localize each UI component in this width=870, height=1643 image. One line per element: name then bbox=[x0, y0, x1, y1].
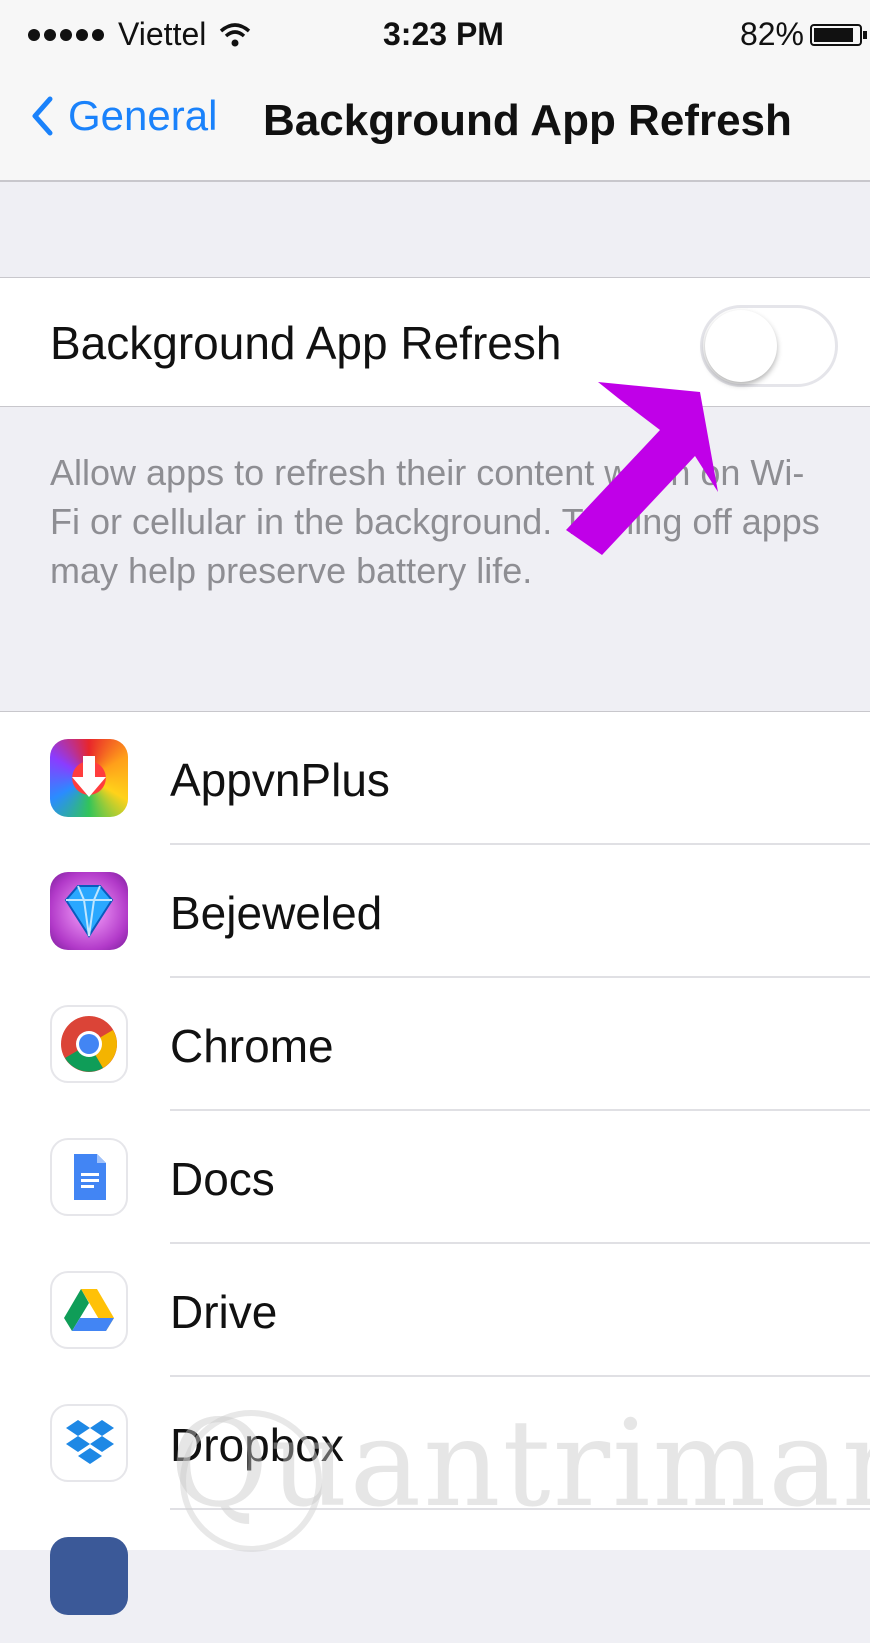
list-item[interactable]: Drive bbox=[0, 1244, 870, 1377]
app-name: Drive bbox=[170, 1286, 278, 1338]
list-item[interactable] bbox=[0, 1510, 870, 1643]
app-name: AppvnPlus bbox=[170, 754, 390, 806]
appvnplus-icon bbox=[50, 739, 128, 817]
app-name: Bejeweled bbox=[170, 887, 383, 939]
clock: 3:23 PM bbox=[383, 16, 504, 52]
battery-indicator: 82% bbox=[739, 16, 867, 53]
status-bar: Viettel 3:23 PM 82% bbox=[0, 0, 870, 70]
list-item[interactable]: Chrome bbox=[0, 978, 870, 1111]
wifi-icon bbox=[220, 22, 251, 46]
battery-icon bbox=[810, 23, 867, 46]
back-button[interactable]: General bbox=[30, 92, 217, 140]
docs-icon bbox=[50, 1138, 128, 1216]
list-item[interactable]: Dropbox bbox=[0, 1377, 870, 1510]
chrome-icon bbox=[50, 1005, 128, 1083]
signal-strength-icon bbox=[28, 28, 108, 41]
bejeweled-icon bbox=[50, 872, 128, 950]
page-title: Background App Refresh bbox=[263, 96, 792, 145]
list-item[interactable]: Docs bbox=[0, 1111, 870, 1244]
navigation-bar: General Background App Refresh bbox=[0, 70, 870, 182]
background-app-refresh-row: Background App Refresh bbox=[0, 277, 870, 407]
chevron-left-icon bbox=[32, 96, 53, 136]
section-footer-description: Allow apps to refresh their content when… bbox=[50, 452, 820, 591]
carrier-indicator: Viettel bbox=[28, 16, 252, 53]
app-name: Dropbox bbox=[170, 1419, 344, 1471]
background-app-refresh-toggle[interactable] bbox=[700, 305, 838, 387]
carrier-name: Viettel bbox=[118, 16, 207, 52]
drive-icon bbox=[50, 1271, 128, 1349]
list-item[interactable]: AppvnPlus bbox=[0, 712, 870, 845]
app-name: Docs bbox=[170, 1153, 275, 1205]
app-name: Chrome bbox=[170, 1020, 334, 1072]
toggle-knob bbox=[705, 310, 777, 382]
battery-percent: 82% bbox=[739, 16, 804, 52]
background-app-refresh-label: Background App Refresh bbox=[50, 317, 562, 369]
app-list: AppvnPlus Bejeweled Chrome Docs Drive Dr… bbox=[0, 711, 870, 1615]
dropbox-icon bbox=[50, 1404, 128, 1482]
list-item[interactable]: Bejeweled bbox=[0, 845, 870, 978]
back-button-label: General bbox=[68, 92, 218, 139]
